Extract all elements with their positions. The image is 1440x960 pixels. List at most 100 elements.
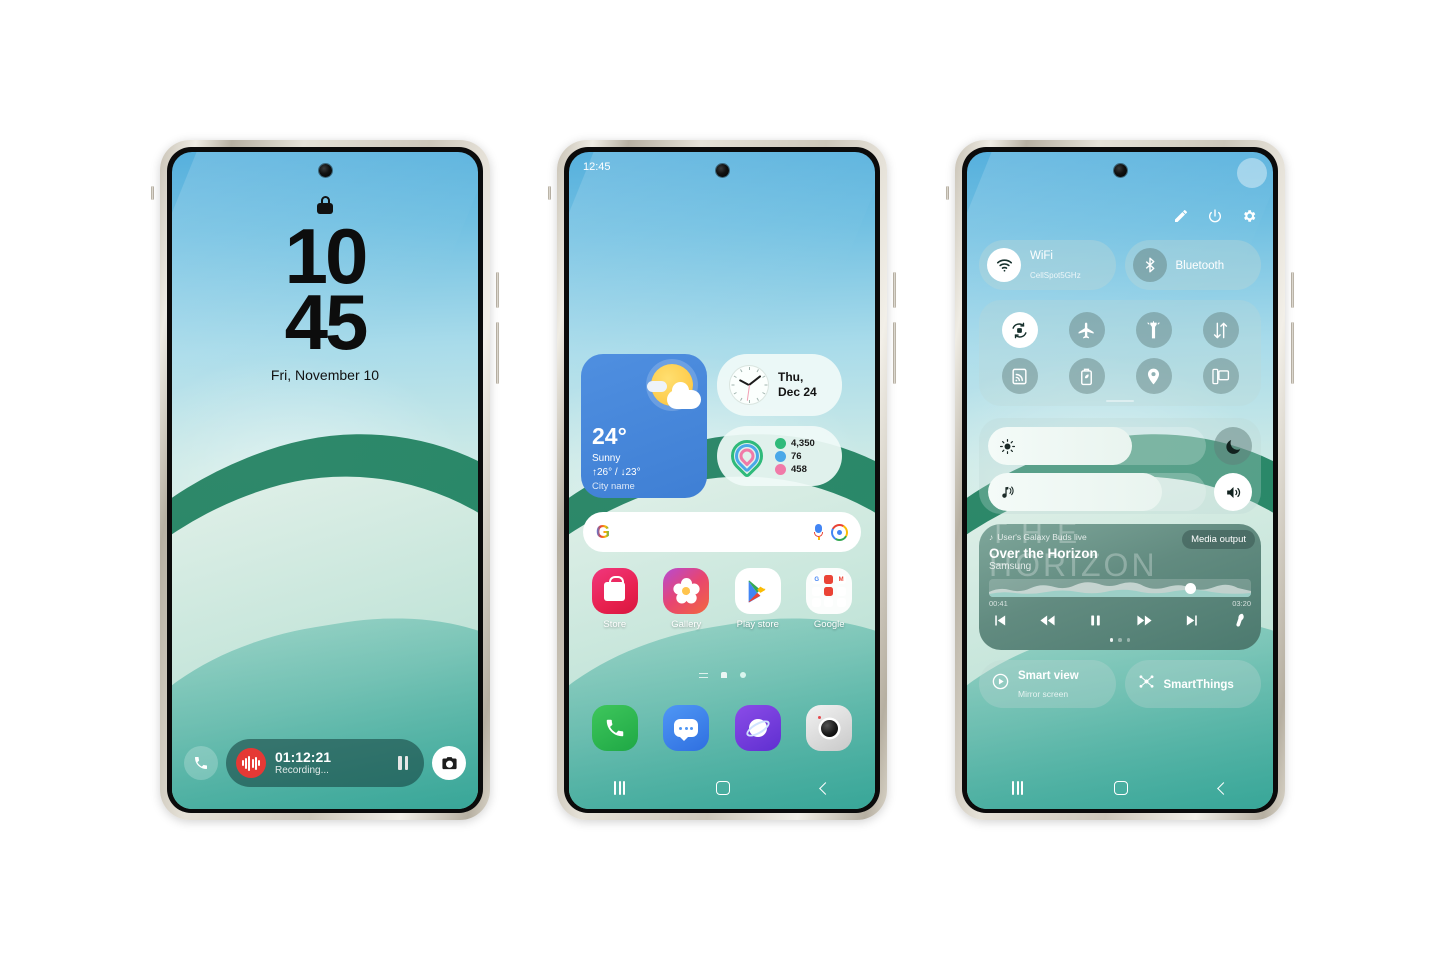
volume-key[interactable]: [1291, 272, 1294, 308]
lock-clock-minutes: 45: [284, 277, 369, 366]
front-camera-punch-hole: [715, 164, 729, 177]
home-icon[interactable]: [715, 781, 730, 795]
wifi-tile[interactable]: WiFi CellSpot5GHz: [979, 240, 1116, 290]
camera-shortcut-button[interactable]: [432, 746, 466, 780]
voice-recorder-notification[interactable]: 01:12:21 Recording...: [226, 739, 424, 787]
panel-bottom-row: Smart view Mirror screen SmartThings: [979, 660, 1261, 708]
media-timestamps: 00:41 03:20: [989, 599, 1251, 608]
settings-gear-icon[interactable]: [1241, 208, 1257, 229]
speaker-icon[interactable]: [1214, 473, 1252, 511]
messages-icon[interactable]: [663, 705, 710, 751]
play-store-icon: [734, 568, 781, 614]
media-page-dots: [989, 638, 1251, 642]
dock: [579, 705, 865, 751]
google-folder-mini-icon: [824, 598, 834, 607]
app-gallery[interactable]: Gallery: [655, 568, 717, 630]
left-hardware-nub: [548, 186, 551, 200]
camera-icon[interactable]: [806, 705, 853, 751]
navigation-bar: [967, 773, 1273, 803]
flashlight-icon[interactable]: [1135, 312, 1172, 348]
panel-grip-handle[interactable]: [1106, 399, 1134, 402]
back-icon[interactable]: [1216, 781, 1230, 795]
app-store[interactable]: Store: [584, 568, 646, 630]
media-progress-knob[interactable]: [1185, 582, 1197, 594]
front-camera-punch-hole: [1113, 164, 1127, 177]
nfc-icon[interactable]: [1001, 358, 1038, 394]
google-folder-mini-icon: [836, 586, 846, 596]
google-folder-mini-icon: [824, 575, 834, 584]
media-volume-slider[interactable]: [988, 473, 1206, 511]
brightness-slider[interactable]: [988, 427, 1206, 465]
power-key[interactable]: [1291, 322, 1294, 384]
panel-corner-bubble[interactable]: [1237, 158, 1267, 188]
phone-shortcut-button[interactable]: [184, 746, 218, 780]
media-progress-waveform[interactable]: [989, 579, 1251, 597]
google-search-bar[interactable]: G: [583, 512, 861, 552]
quick-settings-screen: WiFi CellSpot5GHz Bluetooth T H E HORIZO…: [967, 152, 1273, 809]
heart-rings-icon: [724, 433, 770, 479]
app-label: Play store: [736, 619, 779, 630]
health-calories-value: 458: [791, 463, 807, 475]
airplane-icon[interactable]: [1068, 312, 1105, 348]
dark-mode-moon-icon[interactable]: [1214, 427, 1252, 465]
connectivity-row: WiFi CellSpot5GHz Bluetooth: [979, 240, 1261, 290]
lock-screen: 10 45 Fri, November 10 01:12:21 Recordin…: [172, 152, 478, 809]
app-google-folder[interactable]: GM Google: [798, 568, 860, 630]
google-folder-mini-icon: M: [836, 575, 846, 584]
volume-key[interactable]: [893, 272, 896, 308]
edit-pencil-icon[interactable]: [1173, 208, 1189, 229]
google-folder-mini-icon: [812, 598, 822, 607]
bluetooth-tile[interactable]: Bluetooth: [1124, 240, 1261, 290]
page-dot-home[interactable]: [720, 672, 727, 678]
google-lens-icon[interactable]: [831, 524, 848, 541]
page-dot-2[interactable]: [739, 672, 746, 678]
music-note-icon: ♪: [989, 532, 994, 542]
lock-date: Fri, November 10: [270, 367, 380, 383]
home-icon[interactable]: [1113, 781, 1128, 795]
back-icon[interactable]: [818, 781, 832, 795]
phone-icon[interactable]: [591, 705, 638, 751]
health-row-calories: 458: [775, 463, 815, 475]
google-folder-icon: GM: [806, 568, 853, 614]
page-dot-apps[interactable]: [698, 672, 708, 678]
clock-widget[interactable]: Thu, Dec 24: [717, 354, 842, 416]
page-indicator: [569, 672, 875, 678]
earbud-icon[interactable]: [1232, 612, 1249, 634]
app-play-store[interactable]: Play store: [727, 568, 789, 630]
battery-saver-icon[interactable]: [1068, 358, 1105, 394]
health-widget[interactable]: 4,350 76 458: [717, 426, 842, 486]
data-transfer-icon[interactable]: [1202, 312, 1239, 348]
media-track-artist: Samsung: [989, 561, 1032, 572]
fast-forward-icon[interactable]: [1136, 612, 1153, 634]
pause-icon[interactable]: [1087, 612, 1104, 634]
smart-view-tile[interactable]: Smart view Mirror screen: [979, 660, 1116, 708]
rewind-icon[interactable]: [1039, 612, 1056, 634]
bluetooth-icon: [1132, 248, 1167, 282]
google-folder-mini-icon: G: [812, 575, 822, 584]
quick-settings-panel: WiFi CellSpot5GHz Bluetooth T H E HORIZO…: [967, 152, 1273, 809]
power-key[interactable]: [496, 322, 499, 384]
health-row-heartrate: 76: [775, 450, 815, 462]
skip-next-icon[interactable]: [1184, 612, 1201, 634]
internet-icon[interactable]: [734, 705, 781, 751]
location-pin-icon[interactable]: [1135, 358, 1172, 394]
app-label: Store: [603, 619, 627, 630]
screen-mirror-icon[interactable]: [1202, 358, 1239, 394]
microphone-icon[interactable]: [814, 524, 823, 540]
recents-icon[interactable]: [1012, 781, 1024, 795]
brightness-icon: [999, 438, 1016, 454]
clock-widget-date: Dec 24: [778, 385, 817, 399]
pause-icon[interactable]: [398, 756, 414, 770]
smart-view-icon: [991, 672, 1010, 696]
slider-section: [979, 418, 1261, 514]
skip-previous-icon[interactable]: [991, 612, 1008, 634]
left-hardware-nub: [151, 186, 154, 200]
power-icon[interactable]: [1207, 208, 1223, 229]
recents-icon[interactable]: [614, 781, 626, 795]
smartthings-tile[interactable]: SmartThings: [1124, 660, 1261, 708]
power-key[interactable]: [893, 322, 896, 384]
volume-key[interactable]: [496, 272, 499, 308]
brightness-slider-fill: [988, 427, 1132, 465]
auto-rotate-icon[interactable]: [1001, 312, 1038, 348]
weather-widget[interactable]: 24° Sunny ↑26° / ↓23° City name: [581, 354, 707, 498]
